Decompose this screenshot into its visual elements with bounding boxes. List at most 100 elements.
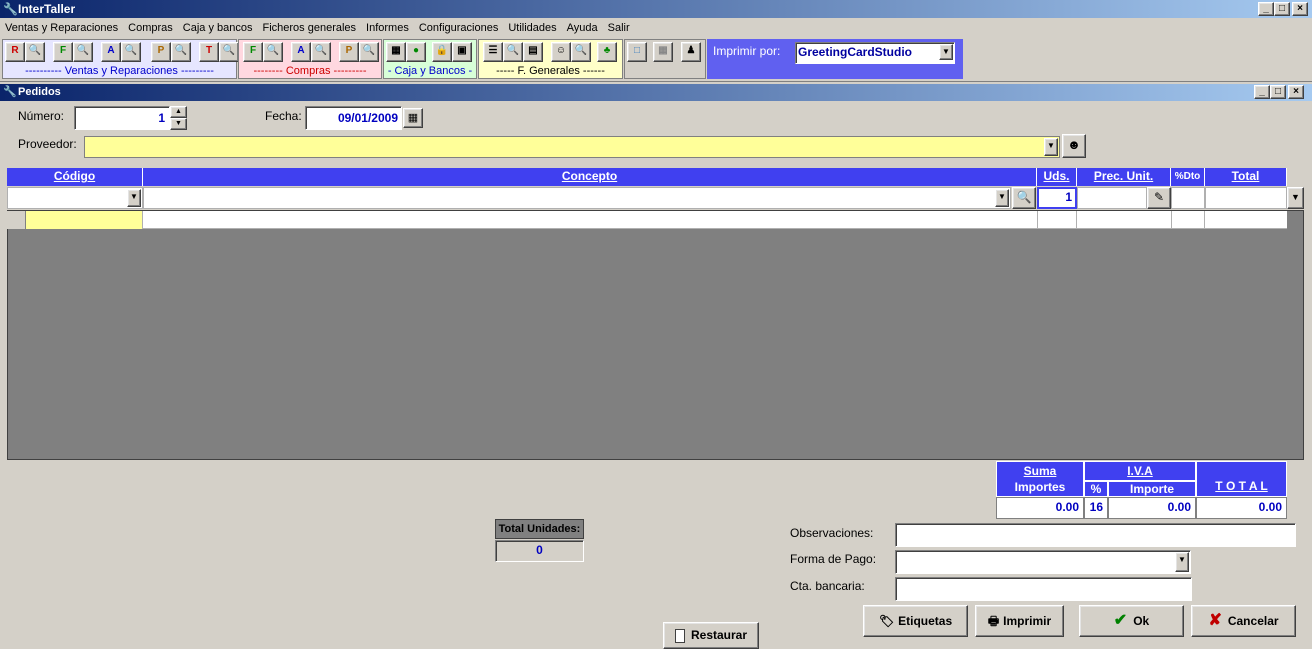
factura-f-icon[interactable]: F	[53, 42, 73, 62]
search-icon[interactable]: 🔍	[263, 42, 283, 62]
grid-body[interactable]	[7, 210, 1304, 460]
search-icon[interactable]: 🔍	[359, 42, 379, 62]
toolbar-group-caja: ▦ ● 🔒 ▣ - Caja y Bancos -	[383, 39, 477, 79]
row-uds-cell[interactable]	[1037, 211, 1077, 229]
albaran-icon[interactable]: A	[291, 42, 311, 62]
close-button[interactable]: ×	[1292, 2, 1308, 16]
concepto-search-button[interactable]: 🔍	[1012, 187, 1036, 209]
window-key-icon: 🔧	[3, 86, 17, 98]
numero-input[interactable]: 1	[74, 106, 170, 130]
caja-icon[interactable]: ▦	[386, 42, 406, 62]
list-icon[interactable]: ☰	[483, 42, 503, 62]
proveedor-search-button[interactable]: ☻	[1062, 134, 1086, 158]
col-prec-unit[interactable]: Prec. Unit.	[1077, 168, 1171, 186]
menu-item-2[interactable]: Caja y bancos	[178, 18, 258, 38]
lock-icon[interactable]: 🔒	[432, 42, 452, 62]
numero-value: 1	[158, 111, 165, 125]
window-title-bar: 🔧 Pedidos _ □ ×	[0, 84, 1312, 101]
col-concepto-label: Concepto	[561, 169, 618, 183]
minimize-button[interactable]: _	[1258, 2, 1274, 16]
menu-item-7[interactable]: Ayuda	[562, 18, 603, 38]
calculator-icon[interactable]: ▦	[653, 42, 673, 62]
iva-header: I.V.A	[1084, 461, 1196, 481]
col-codigo[interactable]: Código	[7, 168, 143, 186]
factura-icon[interactable]: R	[5, 42, 25, 62]
toolbar-group-caja-label: - Caja y Bancos -	[387, 65, 473, 77]
row-codigo-cell[interactable]	[26, 211, 143, 229]
calc-icon[interactable]: ▤	[523, 42, 543, 62]
numero-stepper-up[interactable]: ▲	[170, 106, 187, 118]
user-icon[interactable]: ♟	[681, 42, 701, 62]
maximize-button[interactable]: □	[1274, 2, 1290, 16]
proveedor-select[interactable]: ▼	[84, 136, 1060, 158]
row-dto-cell[interactable]	[1171, 211, 1205, 229]
observaciones-input[interactable]	[895, 523, 1296, 547]
menu-item-0[interactable]: Ventas y Reparaciones	[0, 18, 123, 38]
search-icon[interactable]: 🔍	[25, 42, 45, 62]
fecha-input[interactable]: 09/01/2009	[305, 106, 402, 130]
taller-icon[interactable]: T	[199, 42, 219, 62]
window-icon[interactable]: □	[627, 42, 647, 62]
printer-select[interactable]: GreetingCardStudio ▼	[795, 42, 955, 64]
chevron-down-icon[interactable]: ▼	[995, 189, 1009, 207]
search-icon[interactable]: 🔍	[311, 42, 331, 62]
chevron-down-icon[interactable]: ▼	[939, 44, 953, 60]
grid-chevron-down-icon[interactable]: ▼	[1287, 187, 1304, 209]
search-icon[interactable]: 🔍	[73, 42, 93, 62]
menu-item-5[interactable]: Configuraciones	[414, 18, 504, 38]
entry-uds-input[interactable]: 1	[1037, 187, 1077, 209]
clients-icon[interactable]: ☺	[551, 42, 571, 62]
col-dto[interactable]: %Dto	[1171, 168, 1205, 186]
entry-dto-input[interactable]	[1171, 187, 1205, 209]
numero-stepper-down[interactable]: ▼	[170, 118, 187, 130]
entry-total-input[interactable]	[1205, 187, 1287, 209]
entry-concepto-select[interactable]: ▼	[143, 187, 1011, 209]
menu-item-1[interactable]: Compras	[123, 18, 178, 38]
units-label: Total Unidades:	[495, 519, 584, 539]
row-selector[interactable]	[7, 211, 26, 229]
entry-prec-input[interactable]	[1077, 187, 1147, 209]
factura-f-icon[interactable]: F	[243, 42, 263, 62]
menu-item-4[interactable]: Informes	[361, 18, 414, 38]
search-icon[interactable]: 🔍	[219, 42, 239, 62]
window-maximize-button[interactable]: □	[1270, 85, 1286, 99]
vehicle-icon[interactable]: ♣	[597, 42, 617, 62]
chevron-down-icon[interactable]: ▼	[1044, 138, 1058, 156]
search-icon[interactable]: 🔍	[121, 42, 141, 62]
chevron-down-icon[interactable]: ▼	[1175, 552, 1189, 572]
search-icon[interactable]: 🔍	[171, 42, 191, 62]
col-dto-label: %Dto	[1174, 171, 1201, 182]
window-close-button[interactable]: ×	[1288, 85, 1304, 99]
menu-item-8[interactable]: Salir	[603, 18, 635, 38]
chevron-down-icon[interactable]: ▼	[127, 189, 141, 207]
toolbar-group-misc: □ ▦ ♟	[624, 39, 706, 79]
forma-pago-select[interactable]: ▼	[895, 550, 1191, 574]
search-icon[interactable]: 🔍	[571, 42, 591, 62]
col-total[interactable]: Total	[1205, 168, 1287, 186]
ok-button[interactable]: ✔ Ok	[1079, 605, 1184, 637]
entry-codigo-select[interactable]: ▼	[7, 187, 143, 209]
col-uds[interactable]: Uds.	[1037, 168, 1077, 186]
app-key-icon: 🔧	[3, 2, 18, 16]
pedido-icon[interactable]: P	[339, 42, 359, 62]
cta-input[interactable]	[895, 577, 1192, 601]
albaran-icon[interactable]: A	[101, 42, 121, 62]
col-concepto[interactable]: Concepto	[143, 168, 1037, 186]
presupuesto-icon[interactable]: P	[151, 42, 171, 62]
calendar-icon[interactable]: ▦	[403, 108, 423, 128]
restore-icon	[674, 628, 685, 643]
menu-item-6[interactable]: Utilidades	[503, 18, 561, 38]
save-icon[interactable]: ▣	[452, 42, 472, 62]
pen-icon[interactable]: ✎	[1147, 187, 1171, 209]
col-total-label: Total	[1231, 169, 1260, 183]
imprimir-button[interactable]: 🖶 Imprimir	[975, 605, 1064, 637]
menu-item-3[interactable]: Ficheros generales	[257, 18, 361, 38]
table-row[interactable]	[7, 211, 1287, 229]
search-icon[interactable]: 🔍	[503, 42, 523, 62]
etiquetas-button[interactable]: 🏷 Etiquetas	[863, 605, 968, 637]
suma-value: 0.00	[996, 497, 1084, 519]
banco-icon[interactable]: ●	[406, 42, 426, 62]
restaurar-button[interactable]: Restaurar	[663, 622, 759, 649]
cancelar-button[interactable]: ✘ Cancelar	[1191, 605, 1296, 637]
window-minimize-button[interactable]: _	[1254, 85, 1270, 99]
